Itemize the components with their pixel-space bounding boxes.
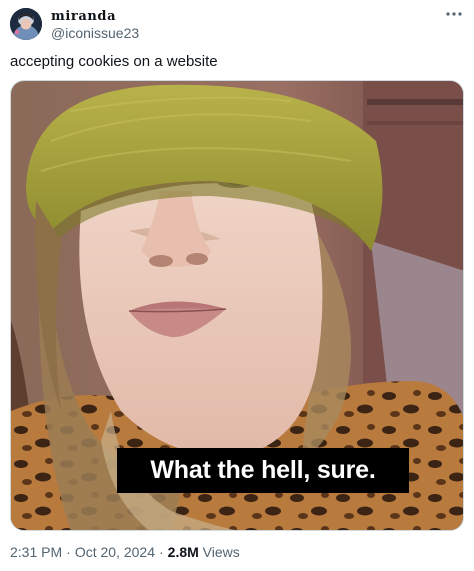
video-caption: What the hell, sure. xyxy=(117,448,409,493)
tweet-time[interactable]: 2:31 PM xyxy=(10,544,62,560)
tweet-media[interactable]: What the hell, sure. xyxy=(10,80,464,531)
tweet-header: miranda @iconissue23 xyxy=(10,8,464,42)
author-display-name[interactable]: miranda xyxy=(51,9,139,25)
views-count: 2.8M xyxy=(167,544,199,560)
meta-separator: · xyxy=(158,544,164,560)
meta-separator: · xyxy=(66,544,71,560)
views-label: Views xyxy=(202,544,240,560)
more-options-button[interactable] xyxy=(444,8,464,24)
avatar[interactable] xyxy=(10,8,42,40)
tweet-date[interactable]: Oct 20, 2024 xyxy=(75,544,155,560)
author-handle[interactable]: @iconissue23 xyxy=(51,25,139,42)
more-horizontal-icon xyxy=(446,12,462,16)
author-names: miranda @iconissue23 xyxy=(51,9,139,42)
tweet-text: accepting cookies on a website xyxy=(10,53,218,70)
tweet-meta: 2:31 PM · Oct 20, 2024 · 2.8M Views xyxy=(10,543,240,561)
